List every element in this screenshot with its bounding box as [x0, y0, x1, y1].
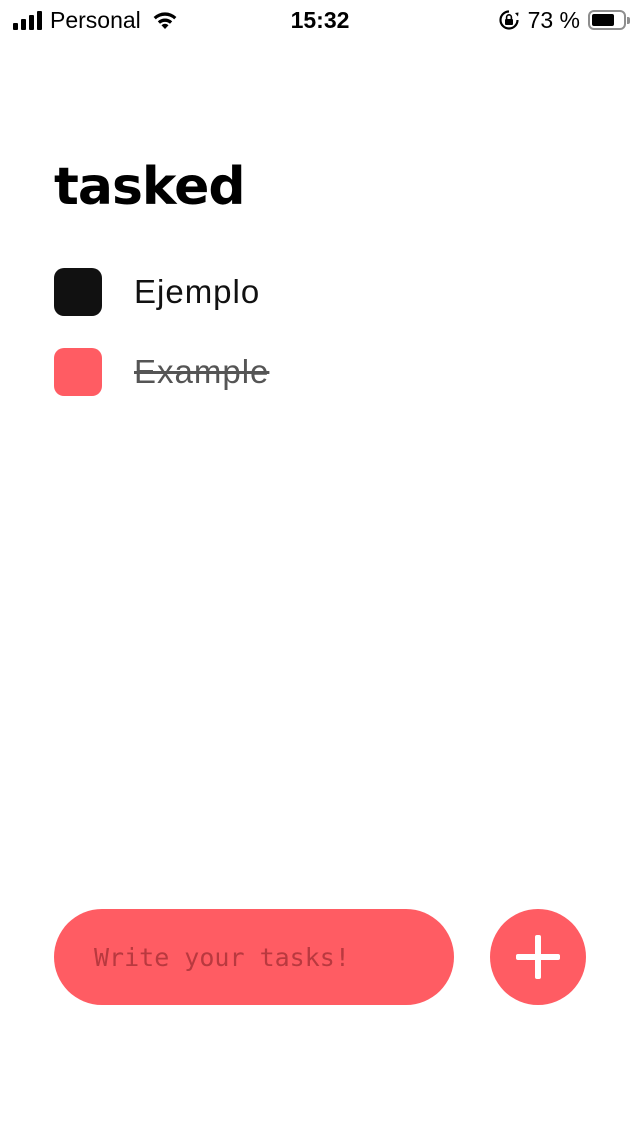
task-item[interactable]: Example	[54, 348, 269, 396]
task-list: Ejemplo Example	[54, 268, 269, 428]
task-checkbox[interactable]	[54, 348, 102, 396]
orientation-lock-icon	[498, 10, 519, 30]
add-task-button[interactable]	[490, 909, 586, 1005]
battery-icon	[588, 10, 630, 30]
battery-percent: 73 %	[527, 6, 580, 33]
battery-level	[592, 14, 614, 26]
plus-icon	[516, 935, 560, 979]
status-right: 73 %	[498, 6, 630, 34]
status-bar: Personal 15:32 73 %	[0, 0, 640, 40]
task-item[interactable]: Ejemplo	[54, 268, 269, 316]
task-checkbox[interactable]	[54, 268, 102, 316]
task-input[interactable]	[54, 909, 454, 1005]
task-label: Ejemplo	[134, 273, 261, 310]
task-label: Example	[134, 353, 270, 390]
app-title: tasked	[54, 157, 246, 217]
